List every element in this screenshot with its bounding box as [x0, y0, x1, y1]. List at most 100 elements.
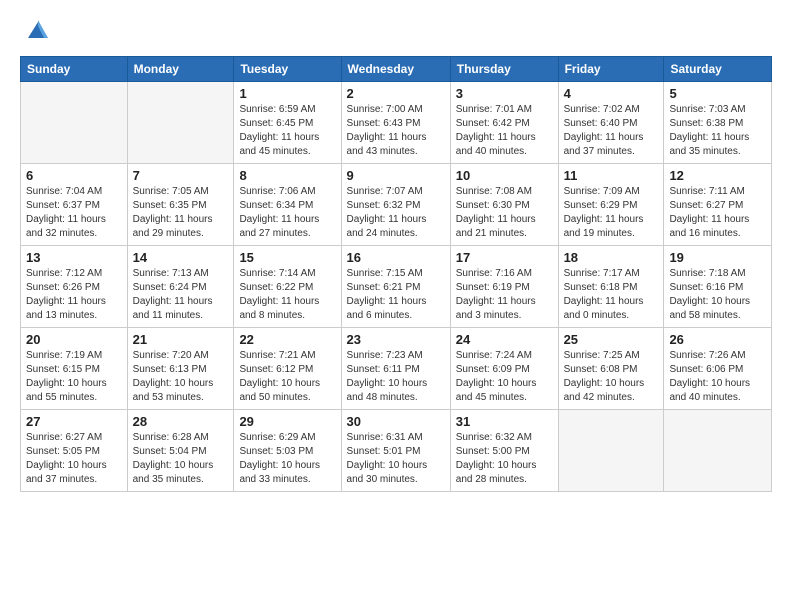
day-info: Sunrise: 7:24 AM Sunset: 6:09 PM Dayligh…: [456, 349, 553, 405]
day-number: 5: [669, 86, 766, 101]
day-cell: 23 Sunrise: 7:23 AM Sunset: 6:11 PM Dayli…: [341, 328, 450, 410]
day-cell: 30 Sunrise: 6:31 AM Sunset: 5:01 PM Dayli…: [341, 410, 450, 492]
week-row-1: 1Sunrise: 6:59 AM Sunset: 6:45 PM Daylig…: [21, 82, 772, 164]
day-info: Sunrise: 6:32 AM Sunset: 5:00 PM Dayligh…: [456, 431, 553, 487]
day-number: 22: [239, 332, 335, 347]
week-row-2: 6 Sunrise: 7:04 AM Sunset: 6:37 PM Daylig…: [21, 164, 772, 246]
day-info: Sunrise: 7:14 AM Sunset: 6:22 PM Dayligh…: [239, 267, 335, 323]
day-number: 14: [133, 250, 229, 265]
week-row-3: 13 Sunrise: 7:12 AM Sunset: 6:26 PM Dayli…: [21, 246, 772, 328]
day-info: Sunrise: 7:01 AM Sunset: 6:42 PM Dayligh…: [456, 103, 553, 159]
day-cell: 11 Sunrise: 7:09 AM Sunset: 6:29 PM Dayli…: [558, 164, 664, 246]
day-cell: 20 Sunrise: 7:19 AM Sunset: 6:15 PM Dayli…: [21, 328, 128, 410]
logo-icon: [24, 16, 52, 44]
day-cell: 8Sunrise: 7:06 AM Sunset: 6:34 PM Daylig…: [234, 164, 341, 246]
header: [20, 16, 772, 44]
day-cell: 28 Sunrise: 6:28 AM Sunset: 5:04 PM Dayli…: [127, 410, 234, 492]
day-info: Sunrise: 7:21 AM Sunset: 6:12 PM Dayligh…: [239, 349, 335, 405]
day-number: 12: [669, 168, 766, 183]
day-number: 25: [564, 332, 659, 347]
day-number: 10: [456, 168, 553, 183]
day-info: Sunrise: 6:27 AM Sunset: 5:05 PM Dayligh…: [26, 431, 122, 487]
day-header-saturday: Saturday: [664, 57, 772, 82]
day-info: Sunrise: 7:16 AM Sunset: 6:19 PM Dayligh…: [456, 267, 553, 323]
day-number: 3: [456, 86, 553, 101]
day-number: 9: [347, 168, 445, 183]
day-cell: [127, 82, 234, 164]
day-info: Sunrise: 7:05 AM Sunset: 6:35 PM Dayligh…: [133, 185, 229, 241]
day-info: Sunrise: 7:15 AM Sunset: 6:21 PM Dayligh…: [347, 267, 445, 323]
day-number: 13: [26, 250, 122, 265]
day-number: 30: [347, 414, 445, 429]
day-header-sunday: Sunday: [21, 57, 128, 82]
day-info: Sunrise: 7:09 AM Sunset: 6:29 PM Dayligh…: [564, 185, 659, 241]
day-number: 20: [26, 332, 122, 347]
day-info: Sunrise: 7:23 AM Sunset: 6:11 PM Dayligh…: [347, 349, 445, 405]
day-info: Sunrise: 7:19 AM Sunset: 6:15 PM Dayligh…: [26, 349, 122, 405]
day-number: 15: [239, 250, 335, 265]
day-info: Sunrise: 7:20 AM Sunset: 6:13 PM Dayligh…: [133, 349, 229, 405]
day-cell: 16 Sunrise: 7:15 AM Sunset: 6:21 PM Dayli…: [341, 246, 450, 328]
day-number: 18: [564, 250, 659, 265]
day-info: Sunrise: 6:31 AM Sunset: 5:01 PM Dayligh…: [347, 431, 445, 487]
calendar-table: SundayMondayTuesdayWednesdayThursdayFrid…: [20, 56, 772, 492]
day-info: Sunrise: 7:08 AM Sunset: 6:30 PM Dayligh…: [456, 185, 553, 241]
day-number: 27: [26, 414, 122, 429]
day-cell: 2Sunrise: 7:00 AM Sunset: 6:43 PM Daylig…: [341, 82, 450, 164]
day-cell: 21Sunrise: 7:20 AM Sunset: 6:13 PM Dayli…: [127, 328, 234, 410]
day-cell: 19 Sunrise: 7:18 AM Sunset: 6:16 PM Dayli…: [664, 246, 772, 328]
day-header-tuesday: Tuesday: [234, 57, 341, 82]
day-cell: 12 Sunrise: 7:11 AM Sunset: 6:27 PM Dayli…: [664, 164, 772, 246]
day-cell: 18 Sunrise: 7:17 AM Sunset: 6:18 PM Dayli…: [558, 246, 664, 328]
day-info: Sunrise: 7:12 AM Sunset: 6:26 PM Dayligh…: [26, 267, 122, 323]
day-info: Sunrise: 7:11 AM Sunset: 6:27 PM Dayligh…: [669, 185, 766, 241]
day-cell: 29Sunrise: 6:29 AM Sunset: 5:03 PM Dayli…: [234, 410, 341, 492]
day-info: Sunrise: 7:00 AM Sunset: 6:43 PM Dayligh…: [347, 103, 445, 159]
day-number: 24: [456, 332, 553, 347]
day-number: 7: [133, 168, 229, 183]
day-cell: 7 Sunrise: 7:05 AM Sunset: 6:35 PM Daylig…: [127, 164, 234, 246]
day-info: Sunrise: 7:03 AM Sunset: 6:38 PM Dayligh…: [669, 103, 766, 159]
day-info: Sunrise: 7:17 AM Sunset: 6:18 PM Dayligh…: [564, 267, 659, 323]
day-number: 16: [347, 250, 445, 265]
day-number: 28: [133, 414, 229, 429]
day-number: 19: [669, 250, 766, 265]
day-header-friday: Friday: [558, 57, 664, 82]
day-number: 6: [26, 168, 122, 183]
day-number: 31: [456, 414, 553, 429]
day-number: 17: [456, 250, 553, 265]
day-cell: 24 Sunrise: 7:24 AM Sunset: 6:09 PM Dayli…: [450, 328, 558, 410]
day-cell: 27 Sunrise: 6:27 AM Sunset: 5:05 PM Dayli…: [21, 410, 128, 492]
day-number: 11: [564, 168, 659, 183]
day-cell: [558, 410, 664, 492]
day-header-wednesday: Wednesday: [341, 57, 450, 82]
day-cell: 1Sunrise: 6:59 AM Sunset: 6:45 PM Daylig…: [234, 82, 341, 164]
day-info: Sunrise: 7:02 AM Sunset: 6:40 PM Dayligh…: [564, 103, 659, 159]
day-info: Sunrise: 7:04 AM Sunset: 6:37 PM Dayligh…: [26, 185, 122, 241]
day-info: Sunrise: 6:59 AM Sunset: 6:45 PM Dayligh…: [239, 103, 335, 159]
day-number: 26: [669, 332, 766, 347]
calendar-page: SundayMondayTuesdayWednesdayThursdayFrid…: [0, 0, 792, 612]
day-info: Sunrise: 6:29 AM Sunset: 5:03 PM Dayligh…: [239, 431, 335, 487]
day-cell: 13 Sunrise: 7:12 AM Sunset: 6:26 PM Dayli…: [21, 246, 128, 328]
day-cell: 10 Sunrise: 7:08 AM Sunset: 6:30 PM Dayli…: [450, 164, 558, 246]
day-number: 4: [564, 86, 659, 101]
day-cell: 4 Sunrise: 7:02 AM Sunset: 6:40 PM Daylig…: [558, 82, 664, 164]
week-row-4: 20 Sunrise: 7:19 AM Sunset: 6:15 PM Dayli…: [21, 328, 772, 410]
day-number: 23: [347, 332, 445, 347]
day-header-monday: Monday: [127, 57, 234, 82]
day-cell: 9Sunrise: 7:07 AM Sunset: 6:32 PM Daylig…: [341, 164, 450, 246]
day-header-thursday: Thursday: [450, 57, 558, 82]
day-cell: 5 Sunrise: 7:03 AM Sunset: 6:38 PM Daylig…: [664, 82, 772, 164]
day-cell: 25Sunrise: 7:25 AM Sunset: 6:08 PM Dayli…: [558, 328, 664, 410]
day-cell: 26Sunrise: 7:26 AM Sunset: 6:06 PM Dayli…: [664, 328, 772, 410]
calendar-body: 1Sunrise: 6:59 AM Sunset: 6:45 PM Daylig…: [21, 82, 772, 492]
day-info: Sunrise: 6:28 AM Sunset: 5:04 PM Dayligh…: [133, 431, 229, 487]
day-cell: 15 Sunrise: 7:14 AM Sunset: 6:22 PM Dayli…: [234, 246, 341, 328]
day-cell: 22 Sunrise: 7:21 AM Sunset: 6:12 PM Dayli…: [234, 328, 341, 410]
logo: [20, 16, 52, 44]
day-cell: 17 Sunrise: 7:16 AM Sunset: 6:19 PM Dayli…: [450, 246, 558, 328]
week-row-5: 27 Sunrise: 6:27 AM Sunset: 5:05 PM Dayli…: [21, 410, 772, 492]
day-cell: [21, 82, 128, 164]
day-info: Sunrise: 7:18 AM Sunset: 6:16 PM Dayligh…: [669, 267, 766, 323]
